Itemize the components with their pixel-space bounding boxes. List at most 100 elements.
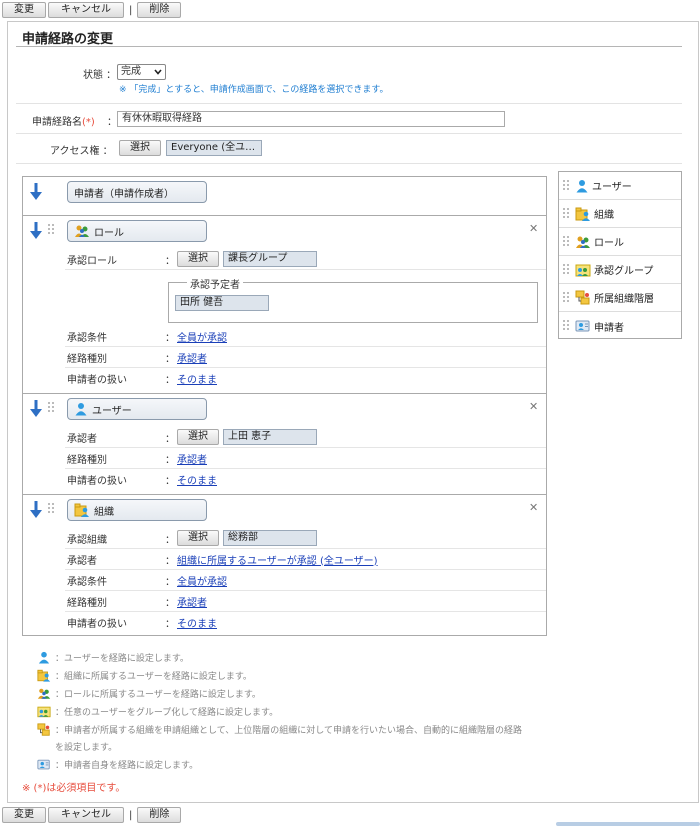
approver-row: 承認者 ： 選択 上田 恵子 bbox=[65, 427, 546, 448]
applicant-handling-link[interactable]: そのまま bbox=[177, 615, 217, 630]
drag-handle-icon[interactable] bbox=[48, 224, 54, 236]
user-node-label: ユーザー bbox=[92, 405, 132, 417]
row-colon: ： bbox=[165, 555, 175, 567]
delete-button[interactable]: 削除 bbox=[137, 807, 182, 823]
close-icon[interactable]: ✕ bbox=[529, 501, 538, 514]
row-key: 経路種別 bbox=[67, 597, 107, 609]
planned-approvers-box: 承認予定者 田所 健吾 bbox=[168, 276, 538, 323]
row-key: 経路種別 bbox=[67, 454, 107, 466]
row-colon: ： bbox=[165, 454, 175, 466]
row-key: 承認者 bbox=[67, 555, 97, 567]
row-colon: ： bbox=[165, 534, 175, 546]
help-text: ：申請者が所属する組織を申請組織として、上位階層の組織に対して申請を行いたい場合… bbox=[55, 726, 523, 753]
change-button[interactable]: 変更 bbox=[2, 2, 46, 18]
applicant-icon bbox=[37, 759, 50, 770]
route-type-link[interactable]: 承認者 bbox=[177, 594, 207, 609]
approval-organization-row: 承認組織 ： 選択 総務部 bbox=[65, 528, 546, 549]
row-key: 承認者 bbox=[67, 433, 97, 445]
help-item-applicant: ：申請者自身を経路に設定します。 bbox=[37, 758, 198, 771]
help-text: ：組織に所属するユーザーを経路に設定します。 bbox=[55, 672, 252, 682]
drag-handle-icon[interactable] bbox=[48, 503, 54, 515]
help-text: ：ロールに所属するユーザーを経路に設定します。 bbox=[55, 690, 261, 700]
palette-item-approval-group[interactable]: 承認グループ bbox=[559, 256, 681, 284]
affiliated-hierarchy-icon bbox=[575, 290, 590, 304]
cancel-button[interactable]: キャンセル bbox=[48, 807, 124, 823]
user-node[interactable]: ユーザー bbox=[67, 398, 207, 420]
node-palette: ユーザー 組織 ロール 承認グループ 所属組織階層 申請者 bbox=[558, 171, 682, 339]
top-toolbar: 変更 キャンセル | 削除 bbox=[0, 0, 182, 20]
palette-item-role[interactable]: ロール bbox=[559, 228, 681, 256]
help-item-role: ：ロールに所属するユーザーを経路に設定します。 bbox=[37, 687, 261, 700]
role-icon bbox=[576, 236, 590, 248]
row-key: 申請者の扱い bbox=[67, 375, 127, 386]
row-key: 申請者の扱い bbox=[67, 619, 127, 630]
down-arrow-icon bbox=[30, 400, 42, 417]
approver-row: 承認者 ： 組織に所属するユーザーが承認 (全ユーザー) bbox=[65, 549, 546, 570]
change-button[interactable]: 変更 bbox=[2, 807, 46, 823]
down-arrow-icon bbox=[30, 501, 42, 518]
organization-icon bbox=[74, 503, 89, 517]
route-block-user: ユーザー ✕ 承認者： 選択 上田 恵子 経路種別： 承認者 申請者の扱い： そ… bbox=[23, 393, 546, 494]
route-name-label-text: 申請経路名 bbox=[32, 117, 82, 128]
required-mark: (*) bbox=[82, 117, 95, 128]
palette-item-user[interactable]: ユーザー bbox=[559, 172, 681, 200]
palette-item-applicant[interactable]: 申請者 bbox=[559, 312, 681, 340]
route-type-link[interactable]: 承認者 bbox=[177, 350, 207, 365]
palette-item-organization[interactable]: 組織 bbox=[559, 200, 681, 228]
organization-node[interactable]: 組織 bbox=[67, 499, 207, 521]
approval-role-value: 課長グループ bbox=[223, 251, 317, 267]
palette-item-label: ユーザー bbox=[592, 182, 632, 193]
approval-condition-row: 承認条件 ： 全員が承認 bbox=[65, 570, 546, 591]
approval-group-icon bbox=[575, 264, 591, 276]
horizontal-scrollbar[interactable] bbox=[556, 822, 700, 826]
palette-item-label: ロール bbox=[594, 238, 624, 249]
approval-organization-select-button[interactable]: 選択 bbox=[177, 530, 219, 546]
row-colon: ： bbox=[165, 597, 175, 609]
approval-condition-link[interactable]: 全員が承認 bbox=[177, 573, 227, 588]
approver-link[interactable]: 組織に所属するユーザーが承認 (全ユーザー) bbox=[177, 552, 378, 567]
role-icon bbox=[75, 225, 89, 237]
row-key: 承認ロール bbox=[67, 255, 117, 267]
close-icon[interactable]: ✕ bbox=[529, 400, 538, 413]
role-node[interactable]: ロール bbox=[67, 220, 207, 242]
user-icon bbox=[38, 651, 50, 664]
route-editor: 申請者（申請作成者） ロール ✕ 承認ロール ： 選択 課長グループ 承認予定者 … bbox=[22, 176, 547, 636]
approval-role-select-button[interactable]: 選択 bbox=[177, 251, 219, 267]
drag-handle-icon bbox=[563, 263, 569, 276]
applicant-handling-link[interactable]: そのまま bbox=[177, 472, 217, 487]
palette-item-affiliated-hierarchy[interactable]: 所属組織階層 bbox=[559, 284, 681, 312]
drag-handle-icon[interactable] bbox=[48, 402, 54, 414]
route-name-label: 申請経路名(*) bbox=[32, 113, 95, 128]
approval-condition-link[interactable]: 全員が承認 bbox=[177, 329, 227, 344]
palette-item-label: 承認グループ bbox=[594, 266, 654, 277]
applicant-handling-link[interactable]: そのまま bbox=[177, 371, 217, 386]
approval-group-icon bbox=[37, 706, 51, 718]
route-type-row: 経路種別 ： 承認者 bbox=[65, 591, 546, 612]
approval-condition-row: 承認条件 ： 全員が承認 bbox=[65, 326, 546, 347]
role-icon bbox=[37, 688, 51, 699]
status-select[interactable]: 完成 bbox=[117, 64, 166, 80]
help-text: ：申請者自身を経路に設定します。 bbox=[55, 761, 199, 771]
approval-organization-value: 総務部 bbox=[223, 530, 317, 546]
required-note: ※ (*)は必須項目です。 bbox=[22, 783, 126, 794]
access-select-button[interactable]: 選択 bbox=[119, 140, 161, 156]
route-name-input[interactable]: 有休休暇取得経路 bbox=[117, 111, 505, 127]
row-key: 経路種別 bbox=[67, 353, 107, 365]
access-label: アクセス権 ： bbox=[50, 146, 113, 157]
drag-handle-icon bbox=[563, 179, 569, 192]
cancel-button[interactable]: キャンセル bbox=[48, 2, 124, 18]
role-node-label: ロール bbox=[94, 227, 124, 239]
applicant-node-label: 申請者（申請作成者） bbox=[74, 188, 174, 200]
help-item-approval-group: ：任意のユーザーをグループ化して経路に設定します。 bbox=[37, 705, 278, 718]
page-title: 申請経路の変更 bbox=[22, 32, 114, 47]
row-colon: ： bbox=[165, 255, 175, 267]
delete-button[interactable]: 削除 bbox=[137, 2, 182, 18]
approver-select-button[interactable]: 選択 bbox=[177, 429, 219, 445]
divider bbox=[16, 133, 682, 134]
row-key: 承認条件 bbox=[67, 332, 107, 344]
row-colon: ： bbox=[165, 332, 175, 344]
route-type-link[interactable]: 承認者 bbox=[177, 451, 207, 466]
applicant-node[interactable]: 申請者（申請作成者） bbox=[67, 181, 207, 203]
close-icon[interactable]: ✕ bbox=[529, 222, 538, 235]
help-item-affiliated-hierarchy: ：申請者が所属する組織を申請組織として、上位階層の組織に対して申請を行いたい場合… bbox=[37, 723, 527, 757]
